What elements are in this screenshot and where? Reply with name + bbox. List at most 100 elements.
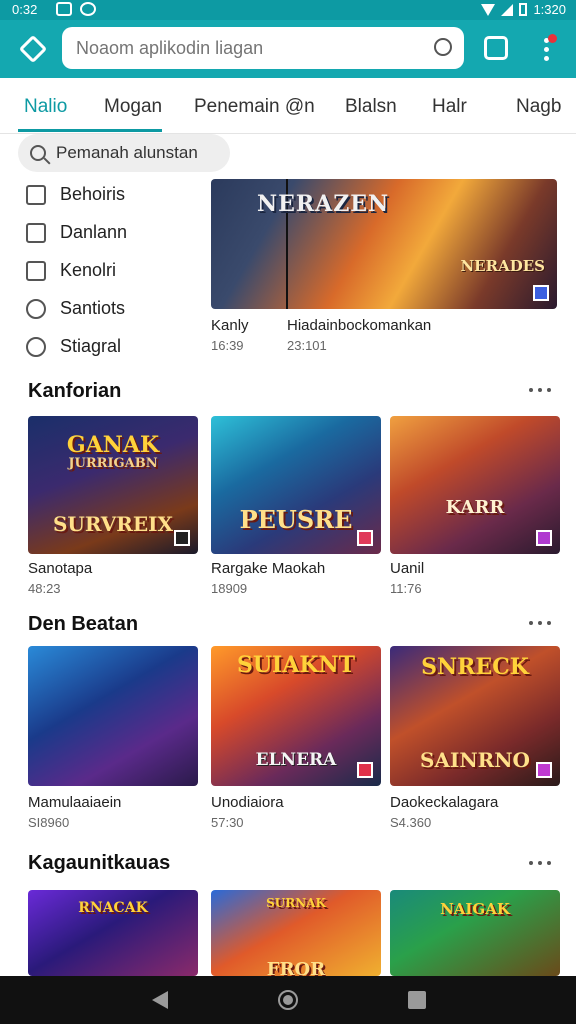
app-bar	[0, 20, 576, 78]
store-badge-icon	[536, 762, 552, 778]
card-art-title: NAIGAK	[440, 900, 510, 918]
card-art-title: SUIAKNT	[236, 652, 356, 678]
store-badge-icon	[533, 285, 549, 301]
search-input[interactable]	[76, 37, 436, 59]
tab-blalsn[interactable]: Blalsn	[345, 96, 397, 118]
category-label: Danlann	[60, 222, 128, 242]
category-item[interactable]: Stiagral	[26, 336, 121, 357]
magnifier-icon	[30, 145, 46, 161]
recents-icon[interactable]	[408, 991, 426, 1009]
category-label: Behoiris	[60, 184, 126, 204]
notification-sync-icon	[80, 2, 96, 16]
store-badge-icon	[357, 530, 373, 546]
banner-right-meta: 23:101	[287, 338, 327, 353]
category-label: Kenolri	[60, 260, 117, 280]
game-card[interactable]: SUIAKNT ELNERA	[211, 646, 381, 786]
category-label: Stiagral	[60, 336, 122, 356]
more-options-icon[interactable]	[527, 618, 555, 628]
game-card[interactable]: PEUSRE	[211, 416, 381, 554]
banner-left-meta: 16:39	[211, 338, 244, 353]
tab-penemain[interactable]: Penemain @n	[194, 96, 315, 118]
app-logo-icon	[18, 34, 48, 64]
category-item[interactable]: Behoiris	[26, 184, 125, 205]
card-name[interactable]: Mamulaaiaein	[28, 794, 121, 811]
signal-icon	[501, 3, 514, 16]
card-meta: 57:30	[211, 815, 244, 830]
card-name[interactable]: Unodiaiora	[211, 794, 284, 811]
card-meta: 11:76	[390, 581, 422, 596]
filter-label: Pemanah alunstan	[56, 143, 198, 162]
status-clock-right: 1:320	[533, 2, 566, 17]
store-badge-icon	[174, 530, 190, 546]
card-name[interactable]: Sanotapa	[28, 560, 92, 577]
overflow-menu-button[interactable]	[536, 34, 557, 64]
notification-dot-icon	[548, 34, 557, 43]
notification-app-icon	[56, 2, 72, 16]
card-name[interactable]: Daokeckalagara	[390, 794, 498, 811]
battery-icon	[519, 3, 528, 16]
checkbox-icon[interactable]	[26, 260, 46, 281]
card-name[interactable]: Uanil	[390, 560, 424, 577]
search-small-icon[interactable]	[26, 298, 46, 319]
status-bar: 0:32 1:320	[0, 0, 576, 20]
category-label: Santiots	[60, 298, 126, 318]
status-right: 1:320	[481, 2, 566, 17]
checkbox-icon[interactable]	[26, 222, 46, 243]
wifi-icon	[481, 3, 496, 16]
card-art-title: GANAK	[66, 432, 160, 458]
section-title: Kanforian	[28, 380, 122, 402]
game-card[interactable]: KARR	[390, 416, 560, 554]
game-card[interactable]: SURNAK FROR	[211, 890, 381, 976]
card-meta: SI8960	[28, 815, 70, 830]
game-card[interactable]: GANAK JURRIGABN SURVREIX	[28, 416, 198, 554]
card-art-subtitle: JURRIGABN	[68, 456, 158, 471]
card-meta: 18909	[211, 581, 248, 596]
banner-subtitle: NERADES	[460, 257, 545, 275]
section-title: Den Beatan	[28, 613, 139, 635]
radio-icon[interactable]	[26, 336, 46, 357]
tab-mogan[interactable]: Mogan	[104, 96, 162, 118]
category-item[interactable]: Kenolri	[26, 260, 116, 281]
card-name[interactable]: Rargake Maokah	[211, 560, 325, 577]
tab-halr[interactable]: Halr	[432, 96, 467, 118]
checkbox-icon[interactable]	[26, 184, 46, 205]
tab-nagb[interactable]: Nagb	[516, 96, 561, 118]
filter-search-pill[interactable]: Pemanah alunstan	[18, 134, 230, 172]
card-art-bottom: PEUSRE	[239, 505, 353, 534]
game-card[interactable]: RNACAK	[28, 890, 198, 976]
search-icon[interactable]	[434, 38, 452, 56]
banner-left-caption[interactable]: Kanly	[211, 317, 249, 334]
game-card[interactable]: NAIGAK	[390, 890, 560, 976]
card-meta: S4.360	[390, 815, 432, 830]
notification-icons	[56, 2, 96, 16]
system-nav-bar	[0, 976, 576, 1024]
search-bar[interactable]	[62, 27, 464, 69]
game-card[interactable]: SNRECK SAINRNO	[390, 646, 560, 786]
card-art-bottom: SURVREIX	[52, 512, 174, 536]
card-art-bottom: SAINRNO	[420, 748, 530, 772]
featured-banner[interactable]: NERAZEN NERADES	[211, 179, 557, 309]
store-badge-icon	[536, 530, 552, 546]
home-icon[interactable]	[278, 990, 298, 1010]
card-art-title: SURNAK	[266, 896, 326, 910]
active-tab-indicator	[18, 129, 162, 132]
card-art-bottom: KARR	[445, 497, 505, 518]
card-art-bottom: ELNERA	[255, 750, 337, 770]
category-item[interactable]: Danlann	[26, 222, 127, 243]
card-meta: 48:23	[28, 581, 61, 596]
back-icon[interactable]	[152, 991, 168, 1009]
banner-title: NERAZEN	[257, 191, 390, 217]
home-logo-button[interactable]	[18, 34, 48, 64]
card-art-title: SNRECK	[421, 654, 529, 680]
section-title: Kagaunitkauas	[28, 852, 171, 874]
more-options-icon[interactable]	[527, 858, 555, 868]
card-art-title: RNACAK	[78, 900, 148, 916]
more-options-icon[interactable]	[527, 385, 555, 395]
banner-right-caption[interactable]: Hiadainbockomankan	[287, 317, 431, 334]
game-card[interactable]	[28, 646, 198, 786]
card-art-bottom: FROR	[266, 959, 326, 976]
category-item[interactable]: Santiots	[26, 298, 125, 319]
store-badge-icon	[357, 762, 373, 778]
tab-nalio[interactable]: Nalio	[24, 96, 67, 118]
tabs-switcher-icon[interactable]	[484, 36, 508, 60]
